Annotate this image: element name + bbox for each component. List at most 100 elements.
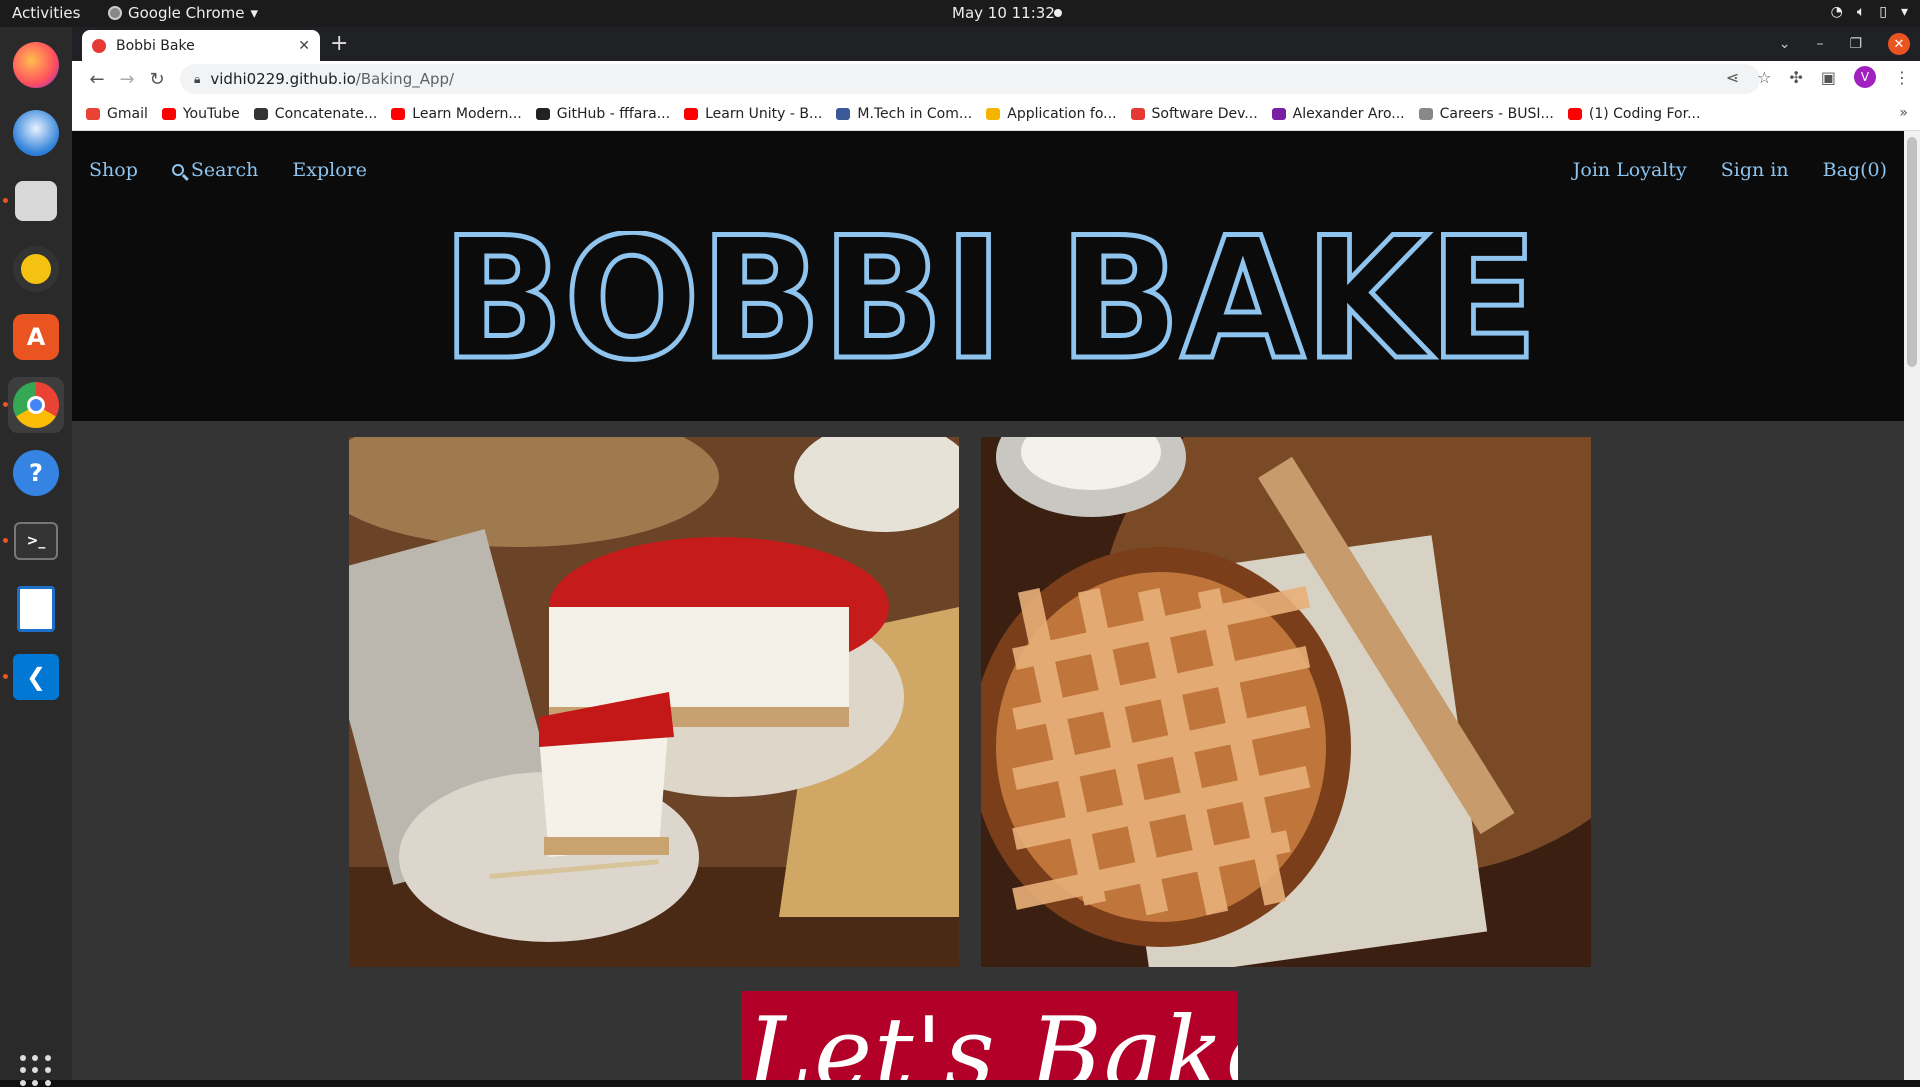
bookmark-favicon-icon — [86, 107, 100, 120]
profile-avatar[interactable]: V — [1854, 66, 1876, 88]
thunderbird-icon — [13, 110, 59, 156]
bookmark-item[interactable]: Software Dev... — [1130, 105, 1258, 122]
bookmark-label: Concatenate... — [274, 105, 378, 122]
forward-icon[interactable]: → — [112, 69, 142, 90]
bookmark-item[interactable]: Learn Modern... — [391, 106, 522, 122]
minimize-icon[interactable]: – — [1816, 36, 1823, 52]
extensions-icon[interactable]: ✣ — [1789, 68, 1802, 87]
brand-logo[interactable]: BOBBI BAKE — [440, 231, 1540, 363]
bookmarks-overflow-icon[interactable]: » — [1899, 105, 1908, 121]
scrollbar-thumb[interactable] — [1907, 137, 1917, 367]
bookmark-favicon-icon — [535, 107, 550, 120]
nav-left: Shop Search Explore — [89, 159, 367, 181]
bookmark-item[interactable]: Learn Unity - B... — [684, 106, 822, 122]
bookmark-item[interactable]: Alexander Aro... — [1271, 105, 1405, 122]
dock-help[interactable]: ? — [8, 445, 64, 501]
banner-title: Let's Bake — [747, 997, 1238, 1080]
clock[interactable]: May 10 11:32 — [952, 4, 1055, 22]
address-bar[interactable]: 🔒︎ vidhi0229.github.io/Baking_App/ — [180, 64, 1760, 94]
activities-button[interactable]: Activities — [12, 4, 80, 22]
bookmark-favicon-icon — [986, 107, 1001, 120]
system-top-bar: Activities Google Chrome ▾ May 10 11:32 … — [0, 0, 1920, 27]
dock: A ? >_ ❮ — [0, 27, 72, 1086]
bookmark-favicon-icon — [836, 107, 851, 120]
bookmark-label: GitHub - fffara... — [556, 105, 671, 122]
bookmark-label: Careers - BUSI... — [1439, 105, 1554, 122]
url-host: vidhi0229.github.io — [210, 70, 356, 88]
terminal-icon: >_ — [14, 522, 58, 560]
bookmark-favicon-icon — [391, 107, 406, 120]
bookmark-favicon-icon — [161, 107, 176, 120]
tab-search-icon[interactable]: ⌄ — [1779, 36, 1791, 52]
window-controls: ⌄ – ❐ ✕ — [1779, 33, 1910, 55]
bookmark-label: YouTube — [182, 105, 240, 122]
app-center-icon: A — [13, 314, 59, 360]
nav-search-label: Search — [190, 159, 259, 181]
nav-search[interactable]: Search — [171, 159, 259, 181]
dock-vscode[interactable]: ❮ — [8, 649, 64, 705]
browser-window: Bobbi Bake ✕ + ⌄ – ❐ ✕ ← → ↻ 🔒︎ vidhi022… — [72, 27, 1920, 131]
wifi-icon: ◔ — [1830, 4, 1843, 20]
bookmark-favicon-icon — [1418, 107, 1433, 120]
url-path: /Baking_App/ — [355, 70, 455, 88]
dock-rhythmbox[interactable] — [8, 241, 64, 297]
bookmark-item[interactable]: M.Tech in Com... — [836, 106, 972, 122]
bookmark-item[interactable]: Gmail — [86, 106, 148, 122]
dock-app-center[interactable]: A — [8, 309, 64, 365]
brand-title: BOBBI BAKE — [442, 231, 1538, 363]
web-page: Shop Search Explore Join Loyalty Sign in… — [72, 131, 1904, 1080]
bookmark-item[interactable]: (1) Coding For... — [1567, 105, 1701, 122]
bookmark-item[interactable]: GitHub - fffara... — [535, 105, 671, 122]
vscode-icon: ❮ — [13, 654, 59, 700]
show-apps-icon[interactable] — [20, 1055, 52, 1087]
new-tab-icon[interactable]: + — [330, 31, 348, 56]
bookmarks-bar: Gmail YouTube Concatenate... Learn Modern..… — [72, 97, 1920, 131]
tray-caret-icon: ▾ — [1900, 4, 1908, 20]
nav-shop[interactable]: Shop — [89, 159, 138, 181]
dock-terminal[interactable]: >_ — [8, 513, 64, 569]
bookmark-label: (1) Coding For... — [1588, 105, 1701, 122]
bookmark-favicon-icon — [1130, 107, 1145, 120]
nav-bag[interactable]: Bag(0) — [1823, 159, 1887, 181]
more-menu-icon[interactable]: ⋮ — [1894, 68, 1910, 87]
nav-sign-in[interactable]: Sign in — [1721, 159, 1789, 181]
bookmark-item[interactable]: YouTube — [161, 105, 240, 122]
bookmark-star-icon[interactable]: ☆ — [1757, 68, 1771, 87]
writer-icon — [17, 586, 55, 632]
system-tray[interactable]: ◔ 🔈︎ ▯ ▾ — [1831, 4, 1908, 20]
page-scrollbar[interactable] — [1904, 131, 1920, 1080]
dock-writer[interactable] — [8, 581, 64, 637]
restore-icon[interactable]: ❐ — [1849, 36, 1862, 52]
help-icon: ? — [13, 450, 59, 496]
tab-close-icon[interactable]: ✕ — [298, 38, 310, 54]
dock-thunderbird[interactable] — [8, 105, 64, 161]
firefox-icon — [13, 42, 59, 88]
bookmark-item[interactable]: Careers - BUSI... — [1418, 105, 1554, 122]
nav-explore[interactable]: Explore — [292, 159, 367, 181]
bookmark-item[interactable]: Concatenate... — [253, 105, 378, 122]
bookmark-label: M.Tech in Com... — [857, 105, 973, 122]
app-menu[interactable]: Google Chrome ▾ — [108, 4, 258, 22]
close-window-icon[interactable]: ✕ — [1888, 33, 1910, 55]
dock-chrome[interactable] — [8, 377, 64, 433]
lock-icon[interactable]: 🔒︎ — [194, 72, 200, 87]
bookmark-label: Alexander Aro... — [1292, 105, 1405, 122]
cheesecake-photo — [349, 437, 959, 967]
bookmark-favicon-icon — [1271, 107, 1286, 120]
bookmark-favicon-icon — [684, 107, 699, 120]
tab-bobbi-bake[interactable]: Bobbi Bake ✕ — [82, 30, 320, 61]
reload-icon[interactable]: ↻ — [142, 69, 172, 90]
dock-firefox[interactable] — [8, 37, 64, 93]
files-icon — [15, 181, 57, 221]
caret-down-icon: ▾ — [250, 4, 259, 22]
nav-join-loyalty[interactable]: Join Loyalty — [1573, 159, 1687, 181]
app-menu-label: Google Chrome — [128, 4, 245, 22]
favicon-icon — [92, 38, 106, 53]
dock-files[interactable] — [8, 173, 64, 229]
side-panel-icon[interactable]: ▣ — [1821, 68, 1836, 87]
bookmark-item[interactable]: Application fo... — [986, 106, 1117, 122]
chrome-small-icon — [108, 6, 122, 20]
share-icon[interactable]: ⋖ — [1726, 68, 1739, 87]
bookmark-label: Software Dev... — [1151, 105, 1258, 122]
back-icon[interactable]: ← — [82, 69, 112, 90]
